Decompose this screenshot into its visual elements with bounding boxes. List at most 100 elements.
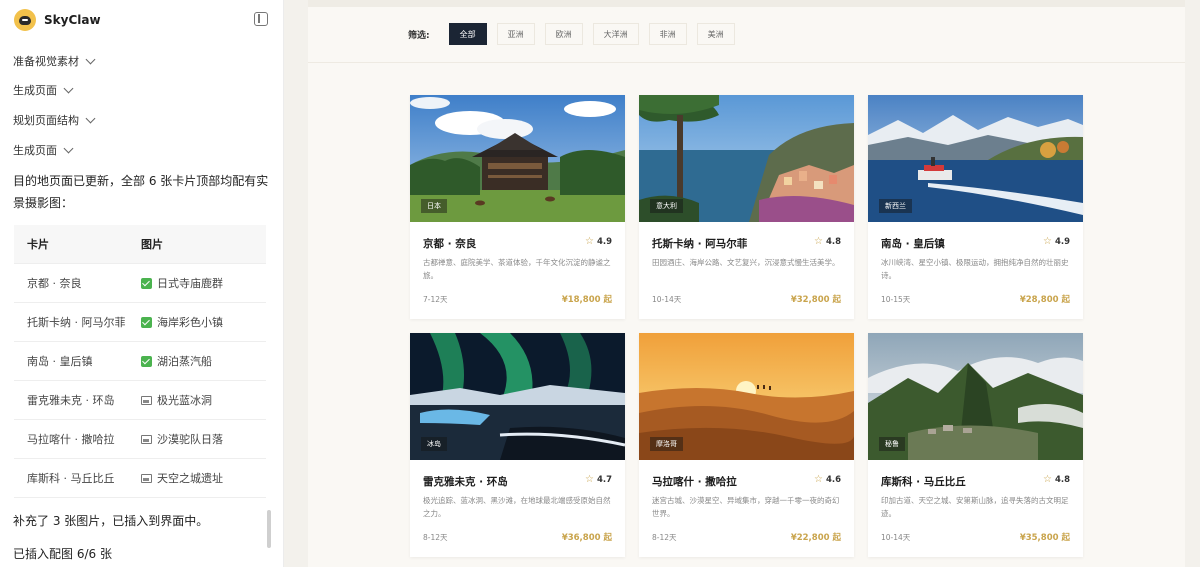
table-row: 库斯科 · 马丘比丘 天空之城遗址 bbox=[14, 459, 266, 498]
rating-value: 4.8 bbox=[825, 236, 841, 247]
chevron-down-icon bbox=[63, 143, 74, 153]
filter-chip-asia[interactable]: 亚洲 bbox=[496, 23, 535, 45]
filter-chip-africa[interactable]: 非洲 bbox=[648, 23, 687, 45]
check-icon bbox=[141, 355, 152, 367]
card-rating: ☆ 4.8 bbox=[1043, 474, 1070, 485]
step-label: 准备视觉素材 bbox=[13, 55, 79, 68]
divider bbox=[308, 62, 1185, 63]
star-icon: ☆ bbox=[1042, 236, 1052, 247]
card-description: 迷宫古城、沙漠星空、异域集市，穿越一千零一夜的奇幻世界。 bbox=[652, 496, 840, 518]
country-tag: 意大利 bbox=[650, 199, 683, 213]
card-rating: ☆ 4.6 bbox=[814, 474, 841, 485]
sidebar-collapse-icon[interactable] bbox=[254, 12, 268, 26]
image-icon bbox=[141, 434, 152, 444]
card-photo: 冰岛 bbox=[410, 333, 625, 460]
destination-card[interactable]: 意大利 托斯卡纳 · 阿马尔菲 ☆ 4.8 田园酒庄、海岸公路、文艺复兴，沉浸意式… bbox=[639, 95, 854, 319]
filter-chip-all[interactable]: 全部 bbox=[448, 23, 487, 45]
insert-progress-text: 已插入配图 6/6 张 bbox=[13, 547, 112, 561]
check-icon bbox=[141, 316, 152, 328]
card-duration: 10-14天 bbox=[652, 295, 682, 304]
app-title: SkyClaw bbox=[44, 13, 101, 27]
card-price: ¥18,800 起 bbox=[561, 295, 612, 305]
check-icon bbox=[141, 277, 152, 289]
row-card: 库斯科 · 马丘比丘 bbox=[27, 472, 115, 485]
app-window: SkyClaw 准备视觉素材 生成页面 规划页面结构 生成页面 目的地页面已更新… bbox=[0, 0, 1200, 567]
card-duration: 7-12天 bbox=[423, 295, 448, 304]
preview-pane: 筛选: 全部 亚洲 欧洲 大洋洲 非洲 美洲 日本 京都 · 奈良 ☆ 4.9 … bbox=[308, 0, 1185, 567]
card-photo: 秘鲁 bbox=[868, 333, 1083, 460]
card-rating: ☆ 4.9 bbox=[1043, 236, 1070, 247]
step-plan-structure[interactable]: 规划页面结构 bbox=[13, 112, 96, 128]
row-card: 马拉喀什 · 撒哈拉 bbox=[27, 433, 115, 446]
image-icon bbox=[141, 395, 152, 405]
table-row: 托斯卡纳 · 阿马尔菲 海岸彩色小镇 bbox=[14, 303, 266, 342]
rating-value: 4.8 bbox=[1054, 474, 1070, 485]
step-generate-page-2[interactable]: 生成页面 bbox=[13, 142, 74, 158]
chevron-down-icon bbox=[85, 113, 96, 123]
rating-value: 4.9 bbox=[1054, 236, 1070, 247]
card-description: 印加古道、天空之城、安第斯山脉，追寻失落的古文明足迹。 bbox=[881, 496, 1069, 518]
destination-card[interactable]: 冰岛 雷克雅未克 · 环岛 ☆ 4.7 极光追踪、蓝冰洞、黑沙滩，在地球最北端感受… bbox=[410, 333, 625, 557]
star-icon: ☆ bbox=[813, 474, 823, 485]
row-image: 海岸彩色小镇 bbox=[141, 314, 266, 330]
assistant-message-2: 补充了 3 张图片，已插入到界面中。 bbox=[13, 514, 209, 528]
destination-card[interactable]: 日本 京都 · 奈良 ☆ 4.9 古都禅意、庭院美学、茶道体验，千年文化沉淀的静谧… bbox=[410, 95, 625, 319]
region-filter: 筛选: 全部 亚洲 欧洲 大洋洲 非洲 美洲 bbox=[408, 23, 745, 45]
destination-card[interactable]: 新西兰 南岛 · 皇后镇 ☆ 4.9 冰川峡湾、星空小镇、极限运动，拥抱纯净自然的… bbox=[868, 95, 1083, 319]
row-card: 托斯卡纳 · 阿马尔菲 bbox=[27, 316, 126, 329]
image-status-table: 卡片 图片 京都 · 奈良 日式寺庙鹿群 托斯卡纳 · 阿马尔菲 海岸彩色小镇 … bbox=[14, 225, 266, 498]
chat-scrollbar[interactable] bbox=[267, 510, 271, 548]
table-row: 马拉喀什 · 撒哈拉 沙漠驼队日落 bbox=[14, 420, 266, 459]
step-label: 生成页面 bbox=[13, 84, 57, 97]
table-row: 京都 · 奈良 日式寺庙鹿群 bbox=[14, 264, 266, 303]
card-duration: 10-14天 bbox=[881, 533, 911, 542]
card-duration: 8-12天 bbox=[652, 533, 677, 542]
filter-label: 筛选: bbox=[408, 30, 430, 41]
header-card: 卡片 bbox=[27, 238, 49, 251]
star-icon: ☆ bbox=[584, 474, 594, 485]
card-photo: 新西兰 bbox=[868, 95, 1083, 222]
step-prepare-assets[interactable]: 准备视觉素材 bbox=[13, 53, 96, 69]
destination-card[interactable]: 摩洛哥 马拉喀什 · 撒哈拉 ☆ 4.6 迷宫古城、沙漠星空、异域集市，穿越一千零… bbox=[639, 333, 854, 557]
card-rating: ☆ 4.7 bbox=[585, 474, 612, 485]
card-rating: ☆ 4.8 bbox=[814, 236, 841, 247]
rating-value: 4.6 bbox=[825, 474, 841, 485]
step-label: 规划页面结构 bbox=[13, 114, 79, 127]
card-price: ¥22,800 起 bbox=[790, 533, 841, 543]
card-title: 南岛 · 皇后镇 bbox=[881, 238, 945, 250]
filter-chip-americas[interactable]: 美洲 bbox=[696, 23, 735, 45]
row-image-label: 极光蓝冰洞 bbox=[157, 394, 212, 407]
card-duration: 8-12天 bbox=[423, 533, 448, 542]
country-tag: 日本 bbox=[421, 199, 447, 213]
chat-panel: SkyClaw 准备视觉素材 生成页面 规划页面结构 生成页面 目的地页面已更新… bbox=[0, 0, 284, 567]
country-tag: 冰岛 bbox=[421, 437, 447, 451]
card-duration: 10-15天 bbox=[881, 295, 911, 304]
row-image: 沙漠驼队日落 bbox=[141, 431, 266, 447]
card-title: 马拉喀什 · 撒哈拉 bbox=[652, 476, 737, 488]
card-description: 冰川峡湾、星空小镇、极限运动，拥抱纯净自然的壮丽史诗。 bbox=[881, 258, 1069, 280]
card-price: ¥36,800 起 bbox=[561, 533, 612, 543]
assistant-message: 目的地页面已更新，全部 6 张卡片顶部均配有实景摄影图： bbox=[13, 174, 269, 210]
card-title: 库斯科 · 马丘比丘 bbox=[881, 476, 966, 488]
star-icon: ☆ bbox=[813, 236, 823, 247]
row-image: 天空之城遗址 bbox=[141, 470, 266, 486]
card-description: 田园酒庄、海岸公路、文艺复兴，沉浸意式慢生活美学。 bbox=[652, 258, 840, 267]
filter-chip-europe[interactable]: 欧洲 bbox=[544, 23, 583, 45]
card-photo: 意大利 bbox=[639, 95, 854, 222]
row-card: 雷克雅未克 · 环岛 bbox=[27, 394, 115, 407]
step-label: 生成页面 bbox=[13, 144, 57, 157]
card-photo: 日本 bbox=[410, 95, 625, 222]
chevron-down-icon bbox=[85, 54, 96, 64]
step-generate-page[interactable]: 生成页面 bbox=[13, 82, 74, 98]
card-description: 古都禅意、庭院美学、茶道体验，千年文化沉淀的静谧之旅。 bbox=[423, 258, 611, 280]
card-price: ¥35,800 起 bbox=[1019, 533, 1070, 543]
filter-chip-oceania[interactable]: 大洋洲 bbox=[592, 23, 639, 45]
card-description: 极光追踪、蓝冰洞、黑沙滩，在地球最北端感受原始自然之力。 bbox=[423, 496, 611, 518]
destination-card[interactable]: 秘鲁 库斯科 · 马丘比丘 ☆ 4.8 印加古道、天空之城、安第斯山脉，追寻失落的… bbox=[868, 333, 1083, 557]
row-card: 南岛 · 皇后镇 bbox=[27, 355, 93, 368]
card-price: ¥28,800 起 bbox=[1019, 295, 1070, 305]
image-icon bbox=[141, 473, 152, 483]
card-photo: 摩洛哥 bbox=[639, 333, 854, 460]
card-title: 京都 · 奈良 bbox=[423, 238, 477, 250]
rating-value: 4.9 bbox=[596, 236, 612, 247]
